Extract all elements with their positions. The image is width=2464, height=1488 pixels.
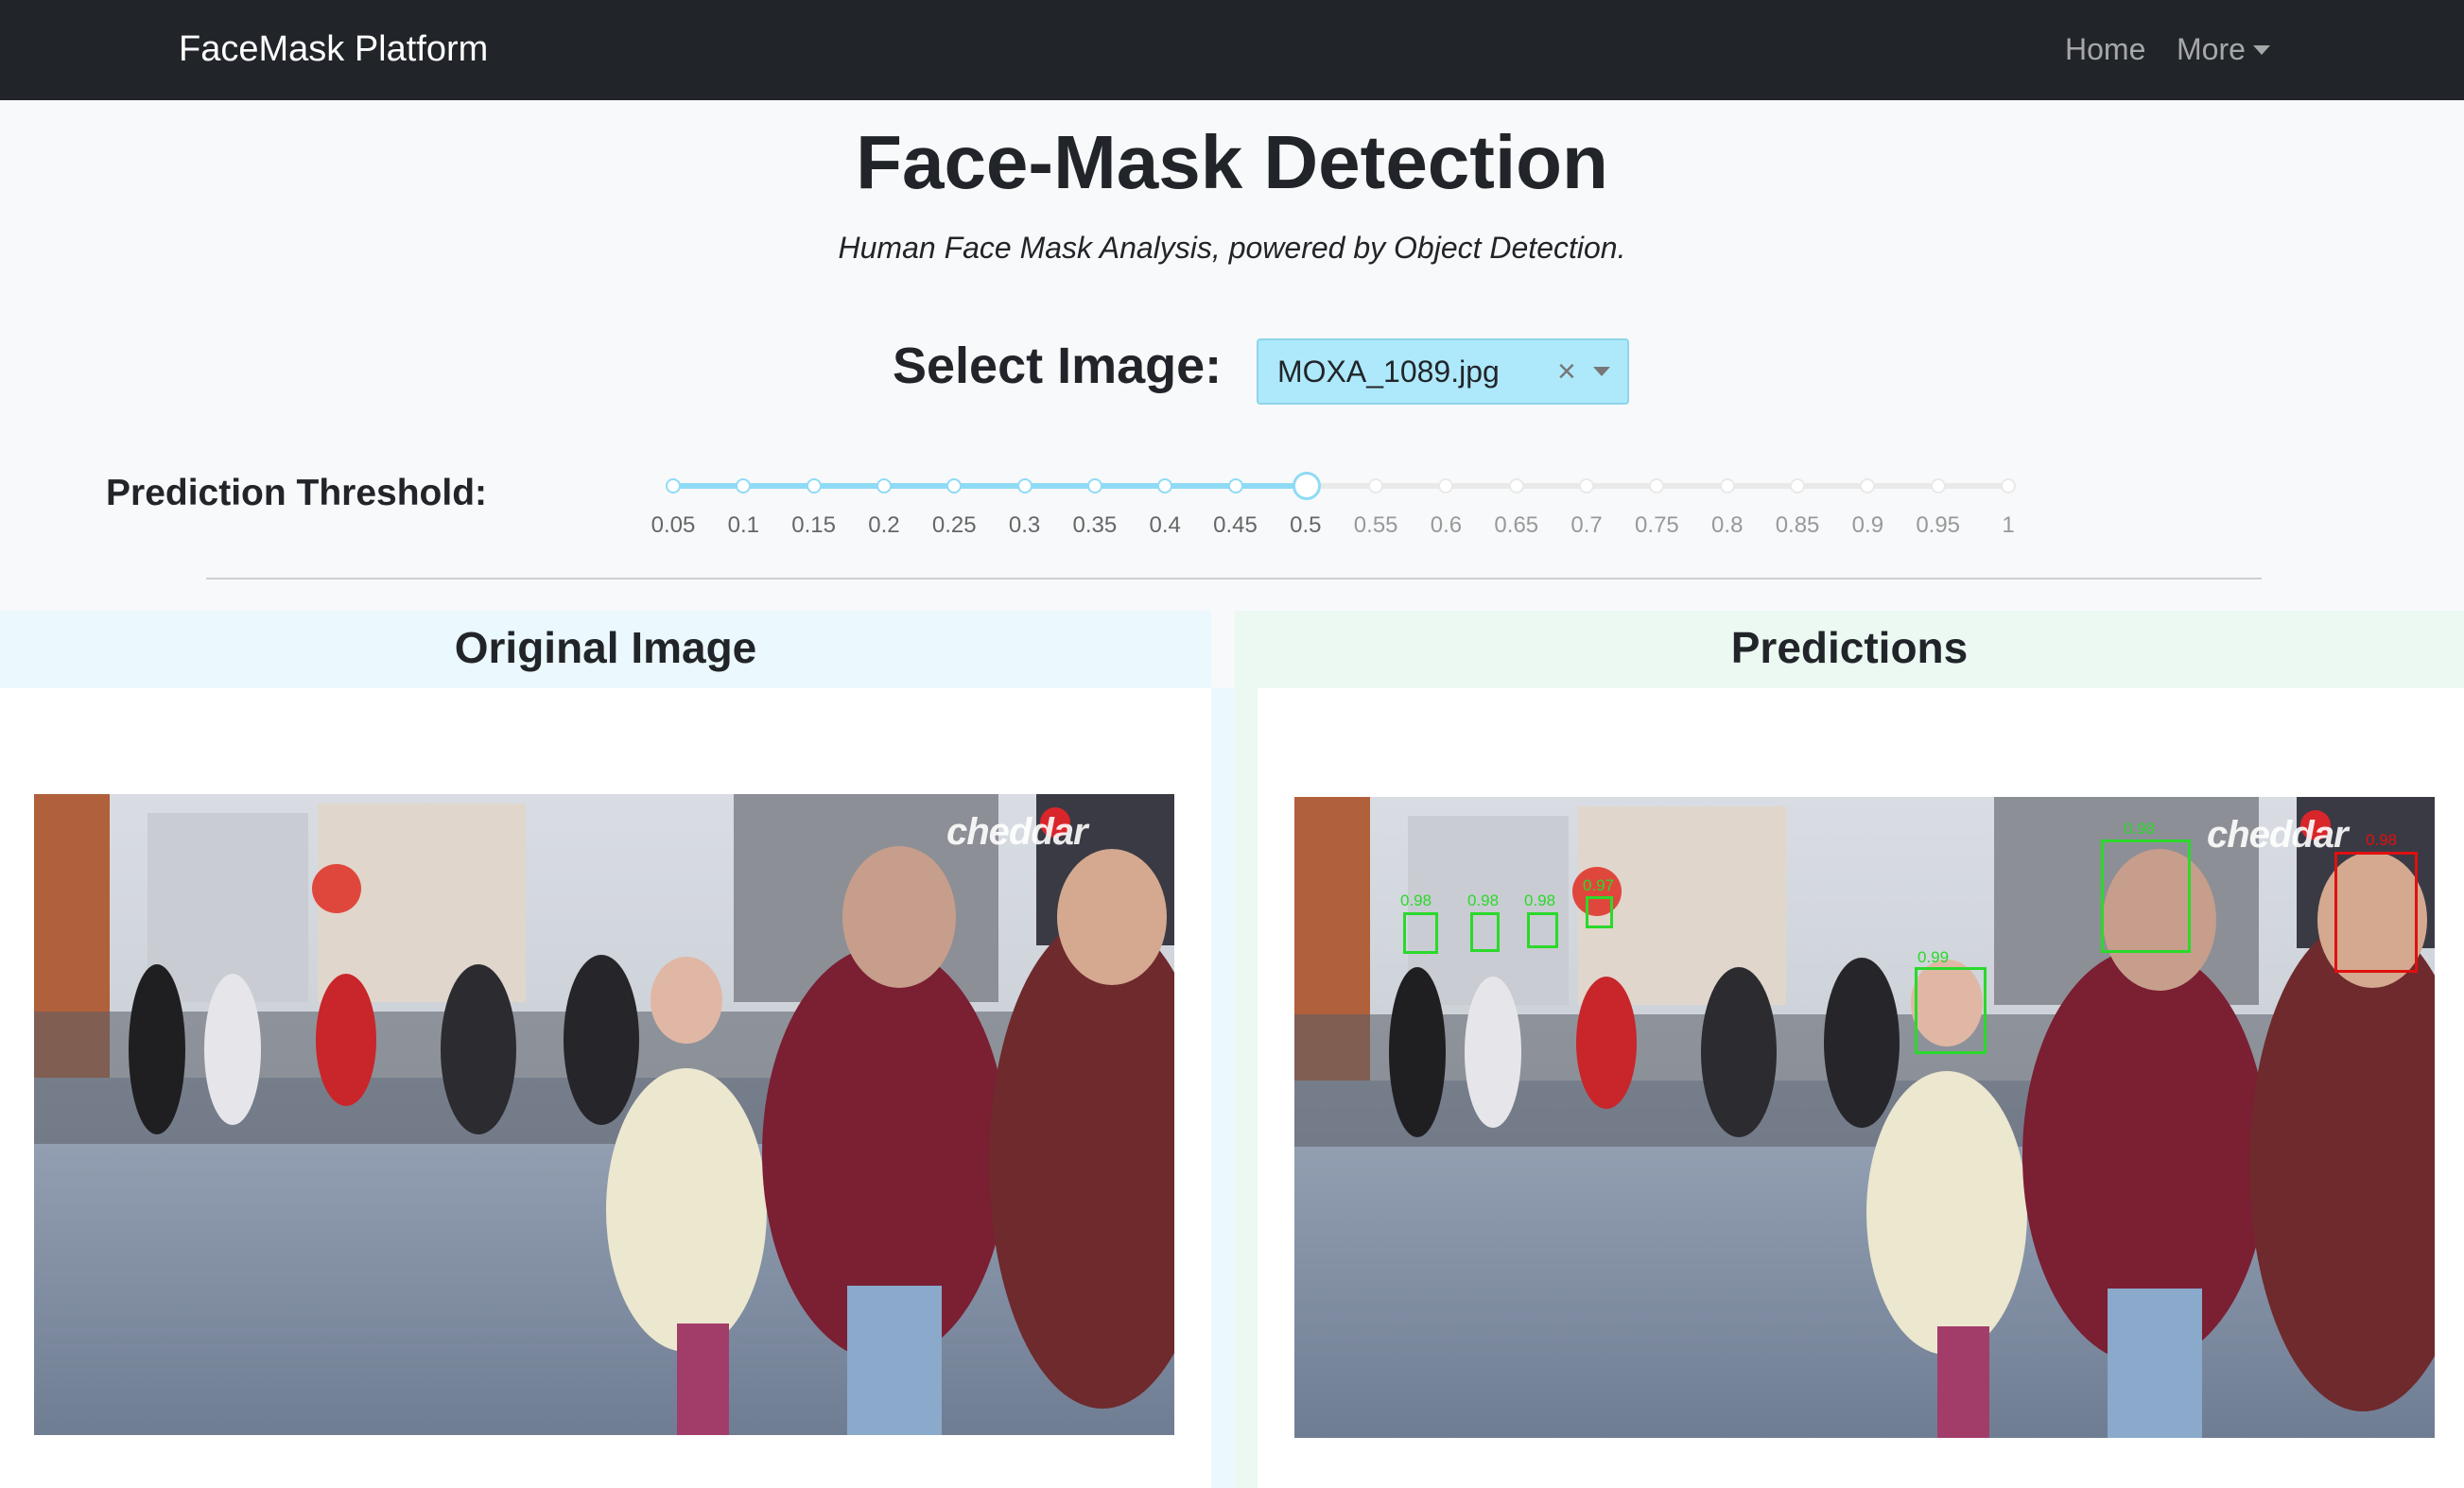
slider-dot[interactable] — [1579, 478, 1595, 493]
image-select-value: MOXA_1089.jpg — [1277, 355, 1500, 389]
mask-detection-box — [1403, 912, 1438, 954]
slider-track — [673, 483, 1306, 489]
nav-more-dropdown[interactable]: More — [2177, 21, 2270, 78]
chevron-down-icon[interactable] — [1593, 367, 1610, 376]
street-scene-image — [1294, 797, 2435, 1438]
slider-mark-label[interactable]: 0.45 — [1213, 512, 1258, 539]
slider-mark-label[interactable]: 0.9 — [1852, 512, 1883, 539]
slider-mark-label[interactable]: 0.85 — [1776, 512, 1820, 539]
slider-dot[interactable] — [806, 478, 822, 493]
slider-mark-label[interactable]: 0.75 — [1635, 512, 1679, 539]
prediction-score: 0.98 — [2124, 820, 2156, 838]
slider-dot[interactable] — [1157, 478, 1173, 493]
slider-mark-label[interactable]: 0.65 — [1494, 512, 1538, 539]
prediction-score: 0.98 — [1524, 891, 1556, 909]
cheddar-watermark: cheddar — [946, 811, 1088, 853]
slider-dot[interactable] — [2001, 478, 2016, 493]
mask-detection-box — [1915, 967, 1987, 1054]
nav-home-link[interactable]: Home — [2065, 21, 2145, 78]
slider-mark-label[interactable]: 0.3 — [1009, 512, 1040, 539]
slider-dot[interactable] — [1790, 478, 1806, 493]
slider-dot[interactable] — [666, 478, 681, 493]
slider-dot[interactable] — [1086, 478, 1102, 493]
slider-mark-label[interactable]: 0.5 — [1290, 512, 1321, 539]
prediction-score: 0.97 — [1583, 876, 1615, 894]
slider-mark-label[interactable]: 0.8 — [1711, 512, 1743, 539]
prediction-score: 0.98 — [1400, 891, 1432, 909]
select-image-label: Select Image: — [893, 337, 1223, 394]
no-mask-detection-box — [2334, 852, 2418, 973]
navbar: FaceMask Platform Home More — [0, 0, 2464, 100]
image-select-dropdown[interactable]: MOXA_1089.jpg × — [1257, 338, 1629, 405]
slider-dot[interactable] — [1649, 478, 1665, 493]
slider-dot[interactable] — [1368, 478, 1384, 493]
prediction-score: 0.98 — [2366, 831, 2398, 849]
prediction-score: 0.99 — [1917, 948, 1950, 966]
slider-mark-label[interactable]: 1 — [2002, 512, 2014, 539]
original-image: cheddar — [34, 794, 1174, 1435]
original-image-heading: Original Image — [0, 611, 1211, 688]
slider-mark-label[interactable]: 0.35 — [1073, 512, 1118, 539]
slider-dot[interactable] — [1719, 478, 1735, 493]
slider-dot[interactable] — [1438, 478, 1454, 493]
slider-mark-label[interactable]: 0.6 — [1431, 512, 1462, 539]
threshold-label: Prediction Threshold: — [106, 473, 488, 513]
mask-detection-box — [1527, 912, 1558, 948]
page-title: Face-Mask Detection — [856, 120, 1608, 204]
divider — [206, 578, 2262, 580]
slider-dot[interactable] — [736, 478, 752, 493]
clear-icon[interactable]: × — [1557, 340, 1576, 403]
caret-down-icon — [2252, 44, 2270, 55]
threshold-slider[interactable]: 0.05 0.1 0.15 0.2 0.25 0.3 0.35 0.4 0.45 0.5 0.55 0… — [651, 454, 2016, 548]
slider-dot[interactable] — [1860, 478, 1876, 493]
slider-mark-label[interactable]: 0.2 — [868, 512, 899, 539]
slider-dot[interactable] — [946, 478, 963, 493]
brand-link[interactable]: FaceMask Platform — [179, 21, 488, 78]
slider-mark-label[interactable]: 0.05 — [651, 512, 696, 539]
slider-dot[interactable] — [1016, 478, 1032, 493]
slider-mark-label[interactable]: 0.1 — [728, 512, 759, 539]
slider-mark-label[interactable]: 0.55 — [1354, 512, 1398, 539]
slider-dot[interactable] — [1227, 478, 1243, 493]
prediction-score: 0.98 — [1467, 891, 1500, 909]
slider-mark-label[interactable]: 0.15 — [791, 512, 836, 539]
slider-mark-label[interactable]: 0.95 — [1916, 512, 1960, 539]
mask-detection-box — [2101, 839, 2191, 953]
slider-dot[interactable] — [1508, 478, 1524, 493]
predictions-image: cheddar 0.98 0.98 0.98 0.97 0.99 0.98 0.… — [1294, 797, 2435, 1438]
slider-handle[interactable] — [1292, 472, 1321, 500]
nav-more-label: More — [2177, 32, 2246, 66]
slider-mark-label[interactable]: 0.4 — [1150, 512, 1181, 539]
slider-dot[interactable] — [876, 478, 892, 493]
cheddar-watermark: cheddar — [2207, 814, 2349, 856]
predictions-heading: Predictions — [1235, 611, 2464, 688]
mask-detection-box — [1470, 912, 1500, 952]
slider-mark-label[interactable]: 0.7 — [1570, 512, 1602, 539]
street-scene-image — [34, 794, 1174, 1435]
mask-detection-box — [1586, 896, 1613, 928]
page-subtitle: Human Face Mask Analysis, powered by Obj… — [838, 231, 1626, 265]
slider-mark-label[interactable]: 0.25 — [932, 512, 977, 539]
slider-dot[interactable] — [1930, 478, 1946, 493]
